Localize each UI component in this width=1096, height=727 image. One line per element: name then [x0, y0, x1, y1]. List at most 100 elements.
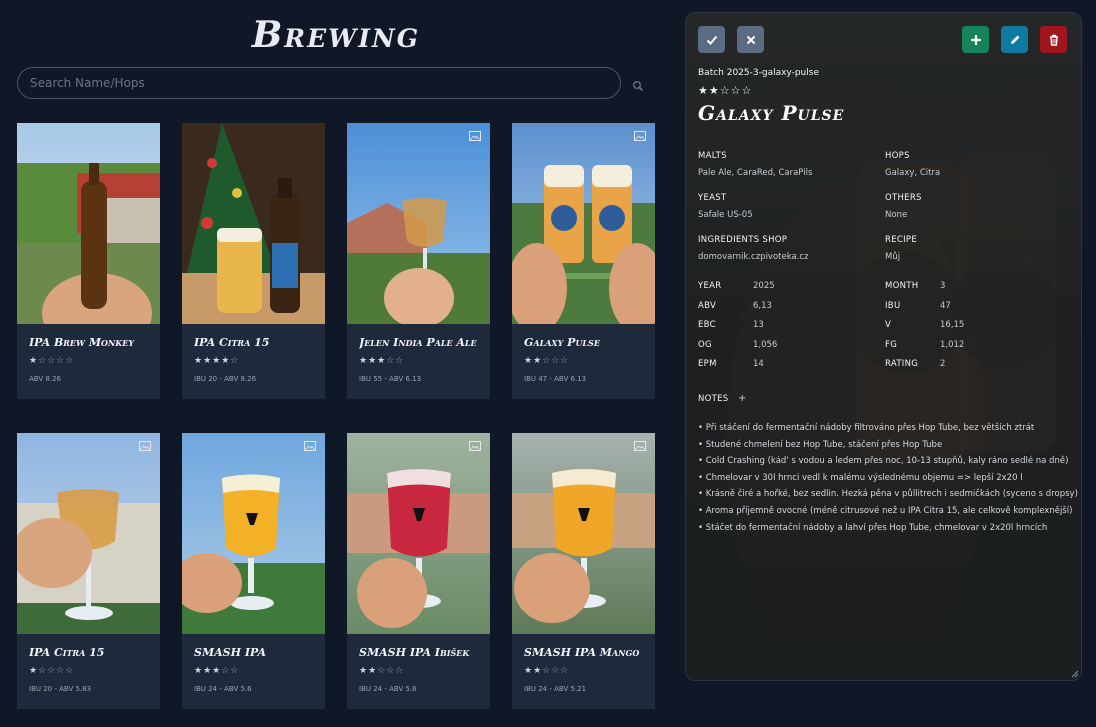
recipe-label: RECIPE [885, 235, 918, 245]
abv-label: ABV [698, 300, 717, 311]
rating-stars: ★★★★☆ [194, 356, 240, 366]
note-item: • Studené chmelení bez Hop Tube, stáčení… [698, 439, 943, 450]
beer-stats: IBU 47 - ABV 6.13 [524, 375, 587, 383]
beer-name: Jelen India Pale Ale [359, 336, 477, 349]
add-note-button[interactable]: + [738, 393, 746, 404]
beer-stats: IBU 24 - ABV 5.6 [359, 685, 417, 693]
rating-stars: ★★★☆☆ [359, 356, 405, 366]
beer-photo [17, 123, 160, 324]
beer-stats: IBU 20 - ABV 5.83 [29, 685, 92, 693]
beer-name: Galaxy Pulse [524, 336, 600, 349]
beer-stats: IBU 24 - ABV 5.21 [524, 685, 587, 693]
others-value: None [885, 210, 908, 220]
malts-value: Pale Ale, CaraRed, CaraPils [698, 168, 813, 178]
search-input[interactable] [17, 67, 621, 99]
month-label: MONTH [885, 281, 919, 291]
note-item: • Stáčet do fermentační nádoby a lahví p… [698, 522, 1048, 533]
ebc-label: EBC [698, 320, 716, 330]
beer-stats: ABV 8.26 [29, 375, 61, 383]
rating-value: 2 [940, 359, 946, 369]
year-label: YEAR [698, 281, 722, 291]
shop-value[interactable]: domovarnik.czpivoteka.cz [698, 252, 809, 262]
rating-label: RATING [885, 359, 919, 369]
beer-photo [347, 123, 490, 324]
batch-id: Batch 2025-3-galaxy-pulse [698, 68, 819, 78]
rating-stars: ★★★☆☆ [194, 666, 240, 676]
approve-button[interactable] [698, 26, 725, 53]
trash-icon [1049, 34, 1058, 46]
delete-button[interactable] [1040, 26, 1067, 53]
plus-icon [970, 34, 981, 45]
detail-panel: Batch 2025-3-galaxy-pulse ★★☆☆☆ Galaxy P… [685, 12, 1082, 681]
close-button[interactable] [737, 26, 764, 53]
yeast-value: Safale US-05 [698, 210, 753, 220]
beer-name: SMASH IPA Mango [524, 646, 640, 659]
beer-photo [347, 433, 490, 634]
beer-card[interactable]: IPA Citra 15 ★★★★☆ IBU 20 - ABV 8.26 [182, 123, 325, 399]
search-icon[interactable] [632, 77, 644, 92]
beer-stats: IBU 55 - ABV 6.13 [359, 375, 422, 383]
pencil-icon [1010, 35, 1019, 44]
beer-photo [17, 433, 160, 634]
month-value: 3 [940, 281, 946, 291]
note-item: • Cold Crashing (kád' s vodou a ledem př… [698, 456, 1069, 467]
brew-list: Brewing IPA Brew Monkey★☆☆☆☆ABV 8.26IPA … [0, 0, 680, 727]
fg-value: 1,012 [940, 339, 965, 350]
og-value: 1,056 [753, 339, 778, 350]
beer-card[interactable]: SMASH IPA ★★★☆☆ IBU 24 - ABV 5.6 [182, 433, 325, 709]
beer-photo [182, 433, 325, 634]
edit-button[interactable] [1001, 26, 1028, 53]
beer-card[interactable]: Galaxy Pulse ★★☆☆☆ IBU 47 - ABV 6.13 [512, 123, 655, 399]
year-value: 2025 [753, 281, 775, 291]
detail-title: Galaxy Pulse [698, 101, 845, 125]
beer-card[interactable]: SMASH IPA Mango ★★☆☆☆ IBU 24 - ABV 5.21 [512, 433, 655, 709]
epm-label: EPM [698, 359, 717, 369]
beer-name: SMASH IPA Ibišek [359, 646, 470, 659]
malts-label: MALTS [698, 151, 727, 161]
beer-card[interactable]: SMASH IPA Ibišek ★★☆☆☆ IBU 24 - ABV 5.6 [347, 433, 490, 709]
resize-handle-icon[interactable] [1069, 668, 1079, 678]
image-icon [634, 131, 646, 141]
recipe-value: Můj [885, 252, 901, 262]
image-icon [139, 441, 151, 451]
page-title: Brewing [251, 14, 421, 56]
beer-photo [512, 433, 655, 634]
rating-stars: ★☆☆☆☆ [29, 666, 75, 676]
hops-label: HOPS [885, 151, 910, 161]
notes-list: • Při stáčení do fermentační nádoby filt… [698, 420, 1078, 536]
note-item: • Při stáčení do fermentační nádoby filt… [698, 423, 1035, 433]
rating-stars: ★☆☆☆☆ [29, 356, 75, 366]
fg-label: FG [885, 339, 898, 350]
close-icon [746, 35, 755, 44]
others-label: OTHERS [885, 193, 922, 203]
ibu-label: IBU [885, 300, 901, 311]
beer-name: IPA Citra 15 [29, 646, 105, 659]
beer-name: SMASH IPA [194, 646, 266, 659]
hops-value: Galaxy, Citra [885, 168, 941, 178]
ibu-value: 47 [940, 300, 951, 311]
og-label: OG [698, 339, 712, 350]
image-icon [634, 441, 646, 451]
add-button[interactable] [962, 26, 989, 53]
check-icon [706, 35, 717, 45]
note-item: • Chmelovar v 30l hrnci vedl k malému vý… [698, 472, 1023, 483]
beer-card[interactable]: IPA Brew Monkey ★☆☆☆☆ ABV 8.26 [17, 123, 160, 399]
image-icon [469, 441, 481, 451]
image-icon [304, 441, 316, 451]
detail-rating-stars: ★★☆☆☆ [698, 84, 753, 97]
image-icon [469, 131, 481, 141]
beer-photo [182, 123, 325, 324]
shop-label: INGREDIENTS SHOP [698, 235, 788, 245]
beer-card[interactable]: Jelen India Pale Ale ★★★☆☆ IBU 55 - ABV 6.… [347, 123, 490, 399]
notes-label: NOTES [698, 394, 729, 404]
ebc-value: 13 [753, 320, 764, 330]
rating-stars: ★★☆☆☆ [524, 666, 570, 676]
beer-name: IPA Brew Monkey [29, 336, 135, 349]
v-value: 16,15 [940, 320, 965, 330]
beer-stats: IBU 24 - ABV 5.6 [194, 685, 252, 693]
beer-name: IPA Citra 15 [194, 336, 270, 349]
v-label: V [885, 320, 892, 330]
yeast-label: YEAST [698, 193, 727, 203]
rating-stars: ★★☆☆☆ [524, 356, 570, 366]
beer-card[interactable]: IPA Citra 15 ★☆☆☆☆ IBU 20 - ABV 5.83 [17, 433, 160, 709]
